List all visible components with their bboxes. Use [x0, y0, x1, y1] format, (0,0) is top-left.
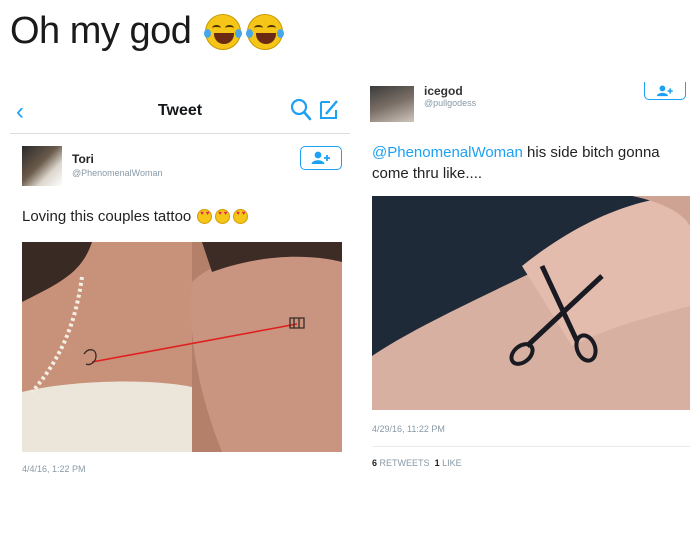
tweet-body: Loving this couples tattoo — [22, 208, 192, 225]
mention-link[interactable]: @PhenomenalWoman — [372, 144, 523, 161]
follow-button[interactable] — [300, 146, 342, 170]
tweet-text: @PhenomenalWoman his side bitch gonna co… — [372, 142, 672, 184]
tweet-stats: 6 RETWEETS 1 LIKE — [372, 458, 462, 468]
author-name[interactable]: icegod — [424, 84, 463, 98]
author-handle[interactable]: @PhenomenalWoman — [72, 168, 163, 178]
search-icon[interactable] — [290, 98, 312, 122]
like-count[interactable]: 1 — [435, 458, 440, 468]
left-tweet-screenshot: ‹ Tweet Tori @PhenomenalWoman Loving thi… — [10, 88, 350, 478]
right-tweet-screenshot: icegod @pullgodess @PhenomenalWoman his … — [362, 80, 696, 480]
add-user-icon — [311, 151, 330, 164]
tears-of-joy-emoji-icon — [246, 13, 285, 50]
tweet-nav-bar: ‹ Tweet — [10, 88, 350, 134]
timestamp: 4/4/16, 1:22 PM — [22, 464, 86, 474]
heart-eyes-emoji-icon — [233, 209, 249, 224]
caption: Oh my god — [10, 10, 285, 53]
retweet-count[interactable]: 6 — [372, 458, 377, 468]
author-name[interactable]: Tori — [72, 152, 94, 166]
compose-icon[interactable] — [318, 98, 340, 122]
divider — [372, 446, 690, 447]
tweet-photo[interactable] — [22, 242, 342, 452]
avatar[interactable] — [370, 86, 414, 122]
author-handle[interactable]: @pullgodess — [424, 98, 476, 108]
like-label[interactable]: LIKE — [442, 458, 462, 468]
tweet-photo[interactable] — [372, 196, 690, 410]
caption-text: Oh my god — [10, 10, 192, 52]
timestamp: 4/29/16, 11:22 PM — [372, 424, 445, 434]
retweet-label[interactable]: RETWEETS — [380, 458, 430, 468]
heart-eyes-emoji-icon — [197, 209, 213, 224]
follow-button[interactable] — [644, 82, 686, 100]
tears-of-joy-emoji-icon — [204, 13, 243, 50]
tweet-text: Loving this couples tattoo — [22, 208, 249, 225]
heart-eyes-emoji-icon — [215, 209, 231, 224]
add-user-icon — [656, 85, 673, 96]
avatar[interactable] — [22, 146, 62, 186]
